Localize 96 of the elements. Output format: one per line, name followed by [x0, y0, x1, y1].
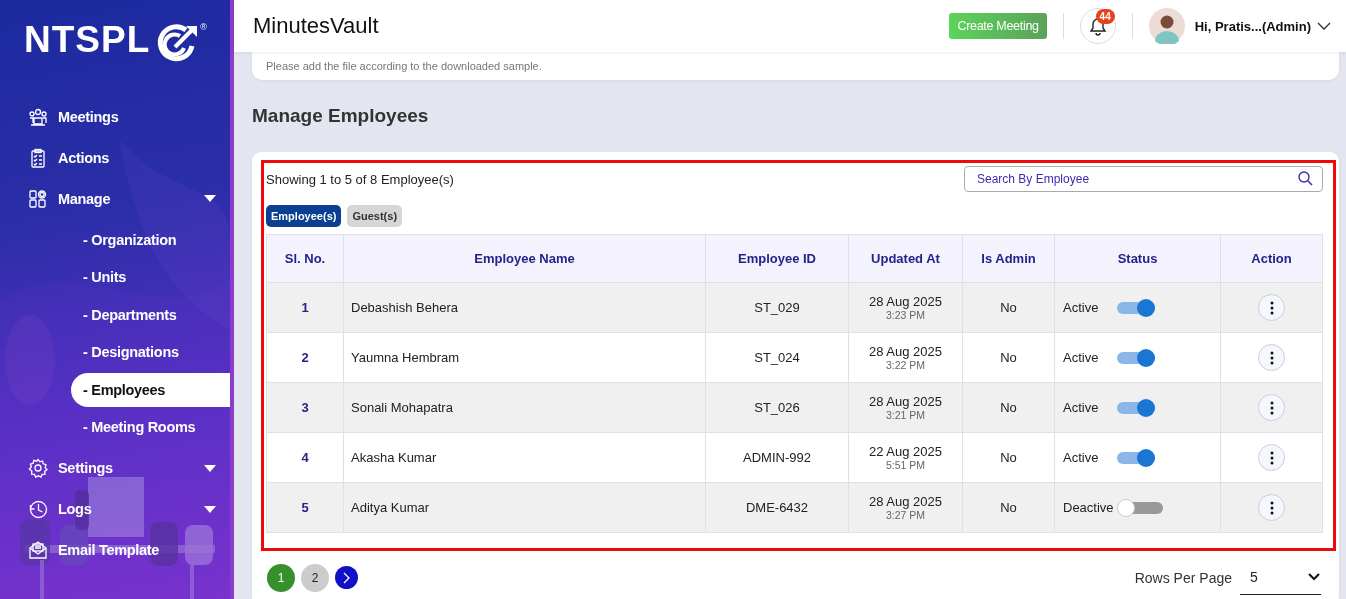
updated-date: 22 Aug 2025: [868, 444, 943, 459]
notification-count: 44: [1095, 9, 1115, 24]
employee-id: ST_024: [754, 350, 800, 365]
page-button[interactable]: 2: [301, 563, 329, 592]
settings-icon: [28, 458, 48, 478]
next-page-button[interactable]: [335, 566, 358, 589]
status-text: Active: [1063, 350, 1100, 365]
search-field[interactable]: Search By Employee: [964, 166, 1323, 192]
rows-per-page-label: Rows Per Page: [1134, 569, 1232, 586]
column-header: Employee ID: [738, 251, 816, 266]
column-header: Status: [1117, 251, 1158, 266]
row-actions-button[interactable]: [1258, 444, 1285, 471]
column-header: Updated At: [871, 251, 940, 266]
serial-number: 3: [301, 400, 309, 415]
updated-date: 28 Aug 2025: [868, 494, 943, 509]
employee-id: ADMIN-992: [743, 450, 811, 465]
admin-value: No: [1000, 450, 1017, 465]
more-vertical-icon: [1269, 450, 1274, 465]
status-text: Active: [1063, 450, 1100, 465]
status-text: Active: [1063, 300, 1100, 315]
status-text: Active: [1063, 400, 1100, 415]
sidebar-subitem[interactable]: - Organization: [71, 222, 230, 257]
row-actions-button[interactable]: [1258, 494, 1285, 521]
employee-id: DME-6432: [745, 500, 809, 515]
admin-value: No: [1000, 300, 1017, 315]
caret-down-icon: [204, 464, 216, 472]
notice-text: Please add the file according to the downloaded sample.: [266, 60, 542, 72]
more-vertical-icon: [1269, 350, 1274, 365]
grid-gear-icon: [28, 188, 48, 209]
page-button[interactable]: 1: [267, 563, 295, 592]
column-header: Is Admin: [981, 251, 1036, 266]
meeting-group-icon: [28, 106, 48, 127]
status-text: Deactive: [1063, 500, 1115, 515]
updated-date: 28 Aug 2025: [868, 394, 943, 409]
envelope-letter-icon: [28, 540, 48, 560]
updated-time: 3:27 PM: [884, 509, 927, 521]
serial-number: 2: [301, 350, 309, 365]
row-actions-button[interactable]: [1258, 294, 1285, 321]
sidebar-item[interactable]: Manage: [0, 178, 230, 219]
chevron-right-icon: [343, 571, 350, 584]
updated-date: 28 Aug 2025: [868, 294, 943, 309]
row-actions-button[interactable]: [1258, 394, 1285, 421]
page-heading: Manage Employees: [252, 105, 429, 127]
column-header: Employee Name: [474, 251, 575, 266]
sidebar-subitem[interactable]: - Units: [71, 260, 230, 294]
clock-history-icon: [28, 499, 48, 519]
user-avatar: [1148, 8, 1185, 44]
column-header: Action: [1251, 251, 1292, 266]
chevron-down-icon: [1308, 573, 1320, 581]
sidebar-item[interactable]: Meetings: [0, 96, 230, 137]
sidebar-subitem[interactable]: - Departments: [71, 297, 230, 332]
tab[interactable]: Guest(s): [347, 205, 403, 227]
serial-number: 1: [301, 300, 309, 315]
employee-name: Akasha Kumar: [351, 450, 437, 465]
employee-id: ST_026: [754, 400, 800, 415]
updated-time: 5:51 PM: [884, 459, 927, 471]
search-icon: [1298, 171, 1313, 186]
updated-time: 3:22 PM: [884, 359, 927, 371]
rows-per-page-select[interactable]: 5: [1240, 560, 1321, 595]
more-vertical-icon: [1269, 500, 1274, 515]
updated-time: 3:23 PM: [884, 309, 927, 321]
admin-value: No: [1000, 400, 1017, 415]
admin-value: No: [1000, 350, 1017, 365]
clipboard-checklist-icon: [28, 147, 48, 168]
app-title: MinutesVault: [253, 13, 380, 39]
user-menu[interactable]: Hi, Pratis...(Admin): [1194, 18, 1311, 34]
sidebar-item[interactable]: Email Template: [0, 529, 230, 571]
sidebar-item[interactable]: Settings: [0, 447, 230, 489]
chevron-down-icon: [1317, 22, 1331, 30]
sidebar-subitem[interactable]: - Designations: [71, 335, 230, 369]
more-vertical-icon: [1269, 400, 1274, 415]
tab[interactable]: Employee(s): [266, 205, 342, 227]
notifications-button[interactable]: 44: [1079, 8, 1116, 44]
employee-name: Yaumna Hembram: [351, 350, 460, 365]
row-actions-button[interactable]: [1258, 344, 1285, 371]
status-toggle[interactable]: [1117, 498, 1163, 517]
logo-text: NTSPL: [24, 20, 151, 60]
employee-name: Sonali Mohapatra: [351, 400, 453, 415]
admin-value: No: [1000, 500, 1017, 515]
sidebar-item[interactable]: Actions: [0, 137, 230, 178]
employee-name: Debashish Behera: [351, 300, 458, 315]
sidebar-item[interactable]: Logs: [0, 488, 230, 530]
employee-id: ST_029: [754, 300, 800, 315]
caret-down-icon: [204, 195, 216, 202]
sidebar-subitem[interactable]: - Employees: [71, 372, 230, 407]
serial-number: 5: [301, 500, 309, 515]
caret-down-icon: [204, 505, 216, 513]
more-vertical-icon: [1269, 300, 1274, 315]
serial-number: 4: [301, 450, 309, 465]
updated-date: 28 Aug 2025: [868, 344, 943, 359]
sidebar-subitem[interactable]: - Meeting Rooms: [71, 410, 230, 444]
employee-name: Aditya Kumar: [351, 500, 430, 515]
results-summary: Showing 1 to 5 of 8 Employee(s): [266, 171, 455, 187]
column-header: Sl. No.: [284, 251, 326, 266]
updated-time: 3:21 PM: [884, 409, 927, 421]
registered-mark: ®: [200, 22, 207, 32]
